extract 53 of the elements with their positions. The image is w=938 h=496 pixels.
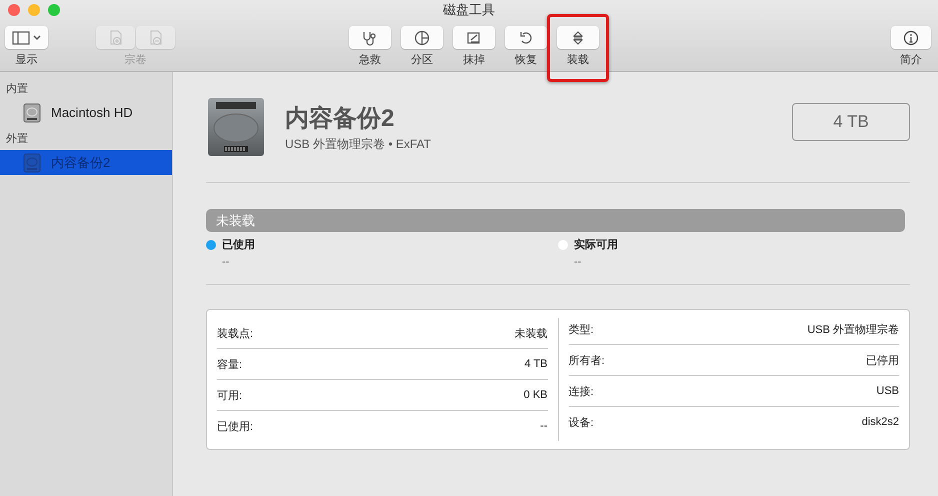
restore-button[interactable]	[505, 26, 547, 49]
detail-value: 已停用	[866, 354, 899, 368]
volume-size: 4 TB	[792, 103, 910, 141]
erase-label: 抹掉	[463, 53, 485, 67]
detail-label: 可用:	[217, 388, 242, 402]
pie-icon	[414, 30, 430, 46]
view-button[interactable]	[5, 26, 48, 49]
sidebar-section-title: 外置	[5, 132, 29, 147]
detail-value: 未装载	[514, 326, 548, 340]
sidebar-section-title: 内置	[5, 82, 29, 97]
detail-label: 连接:	[568, 384, 594, 398]
partition-button[interactable]	[401, 26, 443, 49]
detail-value: USB 外置物理宗卷	[807, 322, 899, 336]
detail-value: 4 TB	[524, 358, 548, 370]
detail-label: 已使用:	[217, 420, 254, 434]
legend-value: --	[221, 256, 230, 268]
detail-value: --	[540, 420, 548, 432]
legend-label: 已使用	[222, 238, 255, 252]
detail-label: 设备:	[568, 416, 594, 430]
mount-label: 装载	[567, 53, 589, 67]
eraser-icon	[466, 30, 482, 46]
detail-value: disk2s2	[862, 416, 899, 428]
restore-label: 恢复	[515, 53, 537, 67]
volume-name: 内容备份2	[285, 104, 396, 134]
detail-label: 所有者:	[568, 354, 605, 368]
view-label: 显示	[16, 53, 38, 67]
info-label: 简介	[900, 53, 922, 67]
volume-subtitle: USB 外置物理宗卷 • ExFAT	[285, 136, 432, 152]
info-icon	[903, 30, 919, 46]
sidebar-item[interactable]: Macintosh HD	[0, 100, 172, 125]
legend-label: 实际可用	[574, 238, 618, 252]
erase-button[interactable]	[453, 26, 495, 49]
detail-label: 容量:	[217, 358, 242, 372]
firstaid-label: 急救	[359, 53, 381, 67]
mount-button[interactable]	[557, 26, 599, 49]
detail-value: USB	[876, 385, 899, 397]
detail-label: 装载点:	[217, 326, 254, 340]
usage-bar: 未装载	[206, 209, 905, 232]
remove-volume-icon	[148, 30, 164, 46]
legend-value: --	[573, 256, 582, 268]
sidebar-icon	[12, 30, 42, 46]
partition-label: 分区	[411, 53, 433, 67]
hard-drive-icon	[206, 96, 266, 158]
eject-icon	[570, 30, 586, 46]
detail-value: 0 KB	[524, 389, 548, 401]
add-volume-icon	[108, 30, 124, 46]
stethoscope-icon	[362, 30, 378, 46]
window-title: 磁盘工具	[443, 1, 495, 19]
info-button[interactable]	[891, 26, 931, 49]
firstaid-button[interactable]	[349, 26, 391, 49]
volume-label: 宗卷	[124, 52, 146, 67]
undo-arrow-icon	[518, 30, 534, 46]
detail-label: 类型:	[568, 322, 594, 336]
